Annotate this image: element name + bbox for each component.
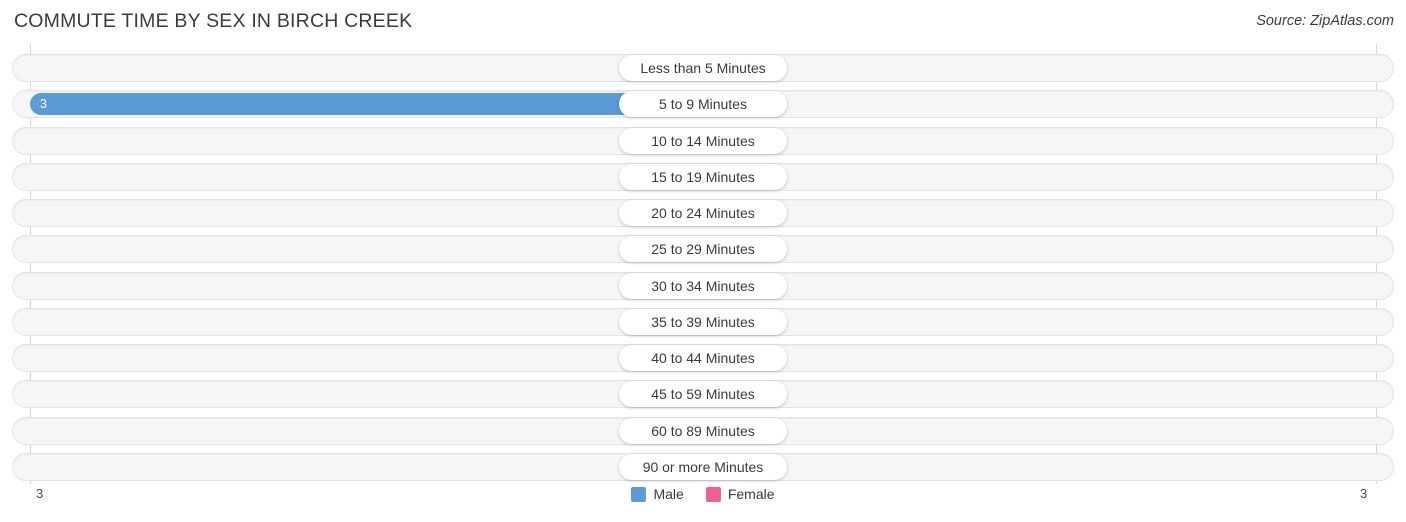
row-category-label: 35 to 39 Minutes [619,308,787,335]
source-attribution: Source: ZipAtlas.com [1256,13,1394,29]
row-category-label: 10 to 14 Minutes [619,127,787,154]
legend-swatch-female [705,486,721,502]
chart-row[interactable]: 0030 to 34 Minutes [12,271,1394,300]
row-category-label: 20 to 24 Minutes [619,200,787,227]
legend-label: Male [653,486,684,502]
chart-row[interactable]: 00Less than 5 Minutes [12,54,1394,82]
legend-label: Female [727,486,775,502]
chart-row[interactable]: 0040 to 44 Minutes [12,344,1394,373]
row-category-label: 40 to 44 Minutes [619,345,787,372]
row-category-label: 60 to 89 Minutes [619,417,787,444]
chart-row[interactable]: 0060 to 89 Minutes [12,416,1394,445]
row-category-label: 25 to 29 Minutes [619,236,787,263]
legend-swatch-male [631,486,647,502]
chart-row[interactable]: 0025 to 29 Minutes [12,235,1394,264]
row-category-label: 45 to 59 Minutes [619,381,787,408]
chart-row[interactable]: 0020 to 24 Minutes [12,199,1394,228]
row-category-label: 90 or more Minutes [619,453,787,480]
chart-row[interactable]: 0035 to 39 Minutes [12,307,1394,336]
row-category-label: 15 to 19 Minutes [619,163,787,190]
chart-plot-area: 00Less than 5 Minutes 305 to 9 Minutes 001… [0,44,1406,484]
legend-item[interactable]: Male [631,486,684,502]
chart-header: COMMUTE TIME BY SEX IN BIRCH CREEK Sourc… [0,0,1406,44]
row-category-label: 30 to 34 Minutes [619,272,787,299]
chart-row[interactable]: 0010 to 14 Minutes [12,126,1394,155]
chart-row[interactable]: 0090 or more Minutes [12,452,1394,481]
chart-legend: Male Female [0,486,1406,502]
row-category-label: 5 to 9 Minutes [619,91,787,118]
bar-male[interactable]: 3 [30,93,703,116]
legend-item[interactable]: Female [705,486,775,502]
bar-value-male-inside: 3 [40,97,47,112]
row-category-label: Less than 5 Minutes [619,55,787,81]
page-title: COMMUTE TIME BY SEX IN BIRCH CREEK [14,10,413,32]
chart-row[interactable]: 0015 to 19 Minutes [12,162,1394,191]
chart-footer: 3 3 Male Female [0,484,1406,522]
chart-row[interactable]: 0045 to 59 Minutes [12,380,1394,409]
chart-row[interactable]: 305 to 9 Minutes [12,90,1394,119]
